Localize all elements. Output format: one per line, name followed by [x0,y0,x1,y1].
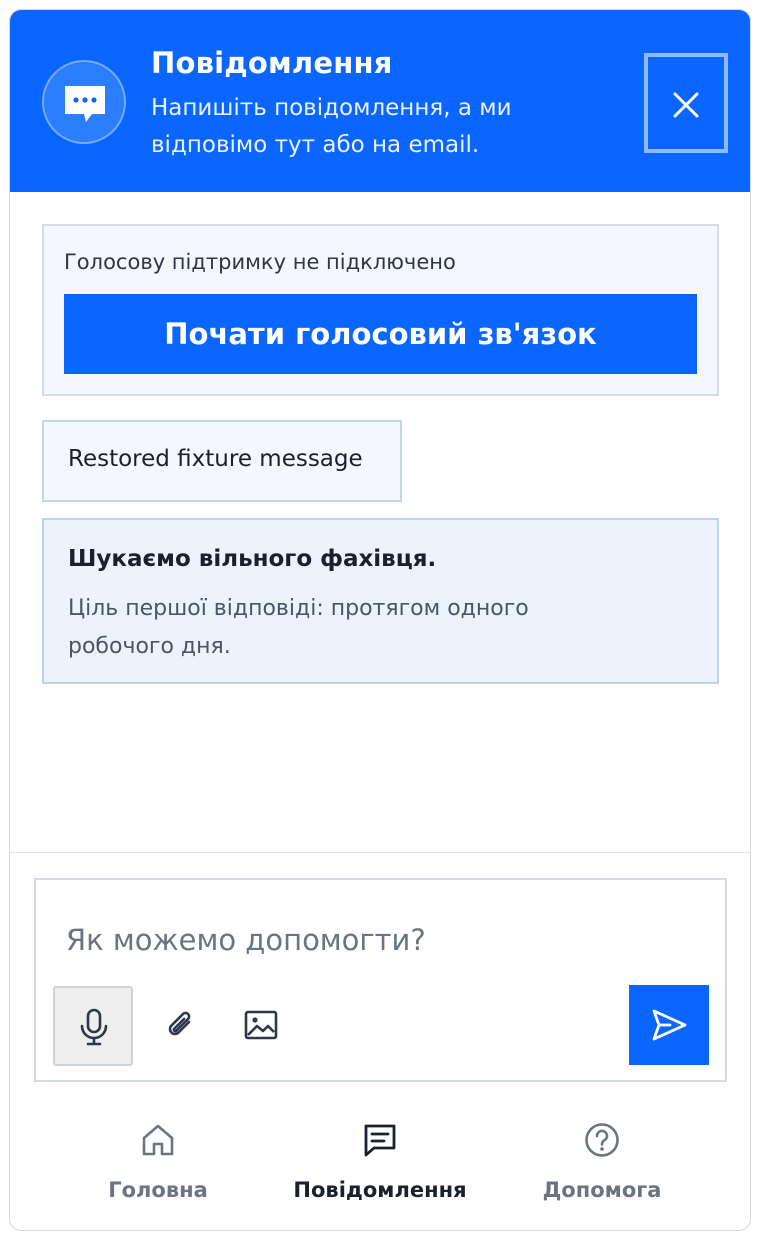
send-icon [652,1009,687,1041]
header-subtitle: Напишіть повідомлення, а ми відповімо ту… [151,95,512,158]
status-text: Ціль першої відповіді: протягом одного р… [68,596,529,659]
messages-icon [364,1124,396,1157]
nav-item-home[interactable]: Головна [38,1108,278,1216]
message-composer [34,878,727,1082]
send-button[interactable] [629,985,709,1065]
close-button[interactable] [644,53,728,153]
voice-support-card: Голосову підтримку не підключено Почати … [42,224,719,396]
home-icon [142,1124,174,1156]
chat-bubble-icon [65,86,105,122]
attach-image-button[interactable] [232,988,290,1064]
help-icon [585,1123,619,1157]
nav-item-messages[interactable]: Повідомлення [260,1108,500,1216]
paperclip-icon [168,1011,191,1036]
voice-record-button[interactable] [53,986,133,1066]
microphone-icon [80,1008,108,1046]
status-title: Шукаємо вільного фахівця. [68,546,437,572]
nav-label-help: Допомога [542,1178,662,1202]
image-icon [244,1010,278,1040]
composer-divider [10,852,750,853]
header-avatar [42,60,126,144]
widget-header: Повідомлення Напишіть повідомлення, а ми… [10,10,750,192]
attach-file-button[interactable] [153,988,209,1064]
nav-item-help[interactable]: Допомога [482,1108,722,1216]
nav-label-messages: Повідомлення [293,1178,467,1202]
voice-status-text: Голосову підтримку не підключено [64,250,456,274]
header-title: Повідомлення [151,46,393,80]
close-icon [673,92,699,118]
messenger-widget: Повідомлення Напишіть повідомлення, а ми… [9,9,751,1231]
start-voice-call-button[interactable]: Почати голосовий зв'язок [64,294,697,374]
nav-label-home: Головна [108,1178,208,1202]
message-input[interactable] [38,882,708,972]
message-bubble: Restored fixture message [42,420,402,502]
agent-search-status-card: Шукаємо вільного фахівця. Ціль першої ві… [42,518,719,684]
